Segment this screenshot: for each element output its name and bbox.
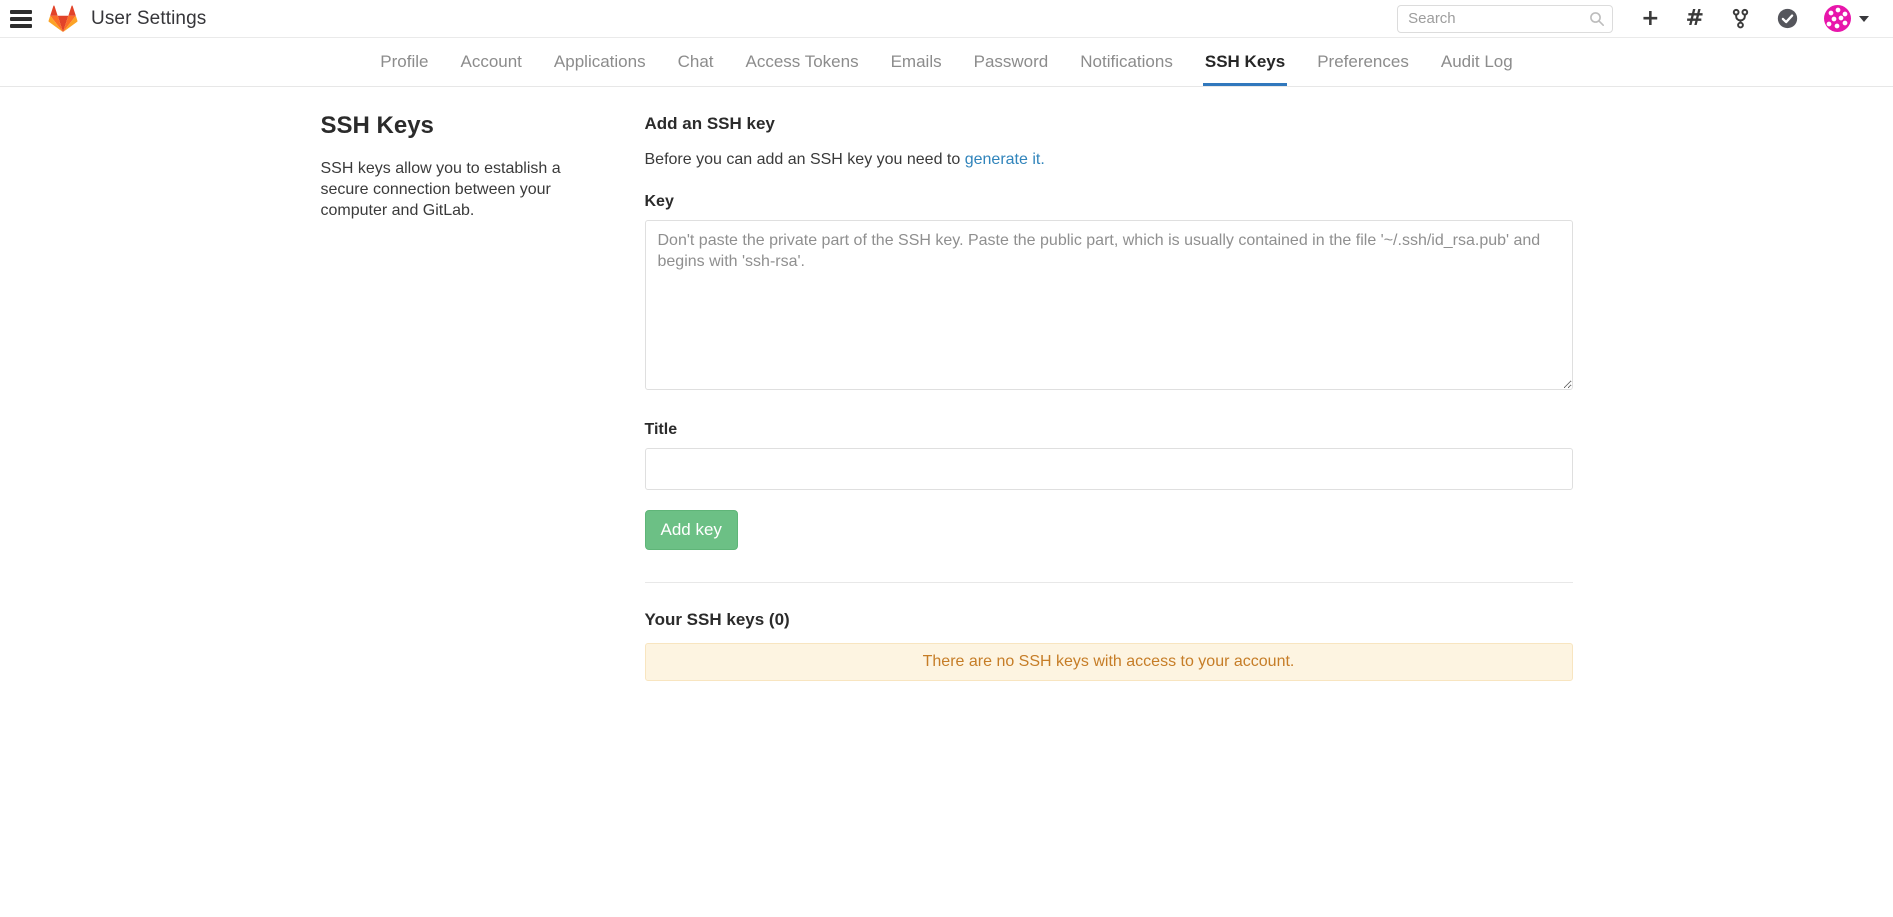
hash-icon[interactable]: # xyxy=(1686,8,1704,30)
navbar-right-group: + # xyxy=(1397,5,1869,33)
add-key-button[interactable]: Add key xyxy=(645,510,738,550)
avatar[interactable] xyxy=(1824,5,1851,32)
title-label: Title xyxy=(645,421,1573,439)
tab-ssh-keys[interactable]: SSH Keys xyxy=(1203,38,1287,86)
tab-applications[interactable]: Applications xyxy=(552,38,648,86)
your-ssh-keys-heading: Your SSH keys (0) xyxy=(645,610,1573,630)
section-heading: SSH Keys xyxy=(321,112,587,140)
title-field-group: Title xyxy=(645,421,1573,490)
section-description-column: SSH Keys SSH keys allow you to establish… xyxy=(321,112,645,681)
generate-key-hint-text: Before you can add an SSH key you need t… xyxy=(645,151,965,168)
generate-key-hint: Before you can add an SSH key you need t… xyxy=(645,151,1573,169)
add-ssh-key-heading: Add an SSH key xyxy=(645,114,1573,134)
user-menu[interactable] xyxy=(1824,5,1869,32)
section-divider xyxy=(645,582,1573,583)
key-textarea[interactable] xyxy=(645,220,1573,390)
hamburger-menu-icon[interactable] xyxy=(10,10,32,28)
navbar-left-group: User Settings xyxy=(8,4,206,33)
title-input[interactable] xyxy=(645,448,1573,490)
search-icon xyxy=(1589,11,1605,27)
tab-account[interactable]: Account xyxy=(458,38,523,86)
tab-profile[interactable]: Profile xyxy=(378,38,430,86)
tab-password[interactable]: Password xyxy=(972,38,1051,86)
empty-keys-alert: There are no SSH keys with access to you… xyxy=(645,643,1573,681)
top-navbar: User Settings + # xyxy=(0,0,1893,38)
gitlab-tanuki-logo[interactable] xyxy=(48,4,78,33)
tab-preferences[interactable]: Preferences xyxy=(1315,38,1411,86)
caret-down-icon xyxy=(1859,16,1869,22)
tab-chat[interactable]: Chat xyxy=(676,38,716,86)
search-box xyxy=(1397,5,1613,33)
tab-access-tokens[interactable]: Access Tokens xyxy=(744,38,861,86)
plus-icon[interactable]: + xyxy=(1641,8,1659,30)
main-content: SSH Keys SSH keys allow you to establish… xyxy=(321,87,1573,681)
merge-requests-icon[interactable] xyxy=(1730,8,1751,29)
section-description: SSH keys allow you to establish a secure… xyxy=(321,159,587,221)
tab-emails[interactable]: Emails xyxy=(889,38,944,86)
search-input[interactable] xyxy=(1397,5,1613,33)
tab-notifications[interactable]: Notifications xyxy=(1078,38,1175,86)
key-label: Key xyxy=(645,193,1573,211)
settings-tabbar: Profile Account Applications Chat Access… xyxy=(0,38,1893,87)
generate-it-link[interactable]: generate it. xyxy=(965,151,1045,168)
tab-audit-log[interactable]: Audit Log xyxy=(1439,38,1515,86)
ssh-key-form-column: Add an SSH key Before you can add an SSH… xyxy=(645,112,1573,681)
todos-check-icon[interactable] xyxy=(1777,8,1798,29)
page-title: User Settings xyxy=(91,8,206,30)
